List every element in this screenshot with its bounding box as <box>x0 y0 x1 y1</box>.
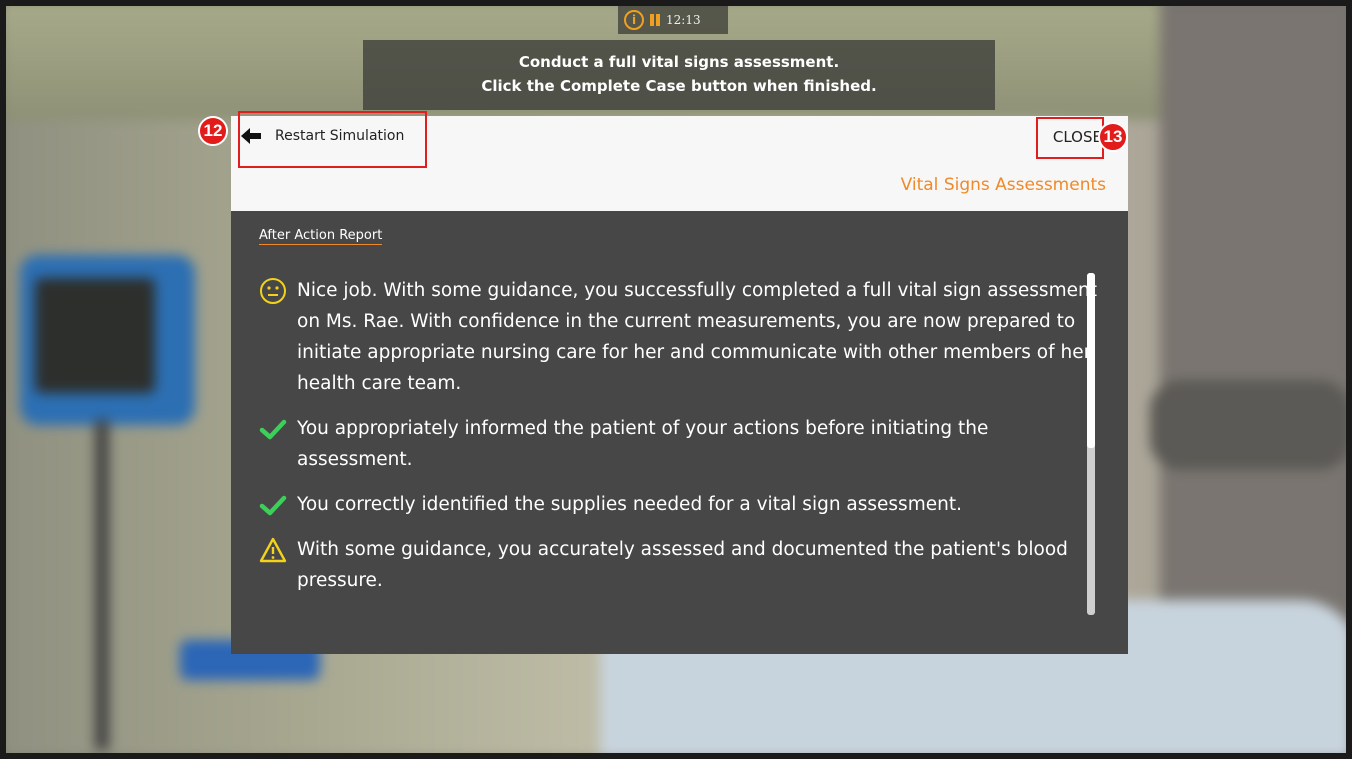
info-icon[interactable]: i <box>624 10 644 30</box>
report-list: Nice job. With some guidance, you succes… <box>257 275 1102 610</box>
warning-icon <box>259 537 287 563</box>
restart-callout-box <box>238 111 427 168</box>
report-item-text: You correctly identified the supplies ne… <box>297 494 962 515</box>
instruction-line-2: Click the Complete Case button when fini… <box>481 77 877 95</box>
after-action-report-tab[interactable]: After Action Report <box>259 228 383 245</box>
instruction-banner: Conduct a full vital signs assessment. C… <box>363 40 995 110</box>
pause-icon[interactable] <box>650 14 660 26</box>
scrollbar[interactable] <box>1087 273 1095 615</box>
report-item: With some guidance, you accurately asses… <box>257 534 1102 596</box>
timer: 12:13 <box>666 13 701 27</box>
report-item: You appropriately informed the patient o… <box>257 413 1102 475</box>
callout-badge-close: 13 <box>1098 122 1128 152</box>
after-action-modal: Restart Simulation CLOSE Vital Signs Ass… <box>231 116 1128 654</box>
report-item: Nice job. With some guidance, you succes… <box>257 275 1102 399</box>
report-item-text: You appropriately informed the patient o… <box>297 418 989 470</box>
report-item: You correctly identified the supplies ne… <box>257 489 1102 520</box>
scrollbar-thumb[interactable] <box>1087 273 1095 448</box>
section-title: Vital Signs Assessments <box>900 175 1106 195</box>
neutral-face-icon <box>260 278 286 304</box>
checkmark-icon <box>259 419 287 440</box>
instruction-line-1: Conduct a full vital signs assessment. <box>518 53 840 71</box>
report-item-text: With some guidance, you accurately asses… <box>297 539 1068 591</box>
checkmark-icon <box>259 495 287 516</box>
close-callout-box <box>1036 117 1104 159</box>
report-item-text: Nice job. With some guidance, you succes… <box>297 280 1097 394</box>
report-body: After Action Report Nice job. With some … <box>231 211 1128 654</box>
callout-badge-restart: 12 <box>198 116 228 146</box>
top-hud: i 12:13 <box>618 6 728 34</box>
